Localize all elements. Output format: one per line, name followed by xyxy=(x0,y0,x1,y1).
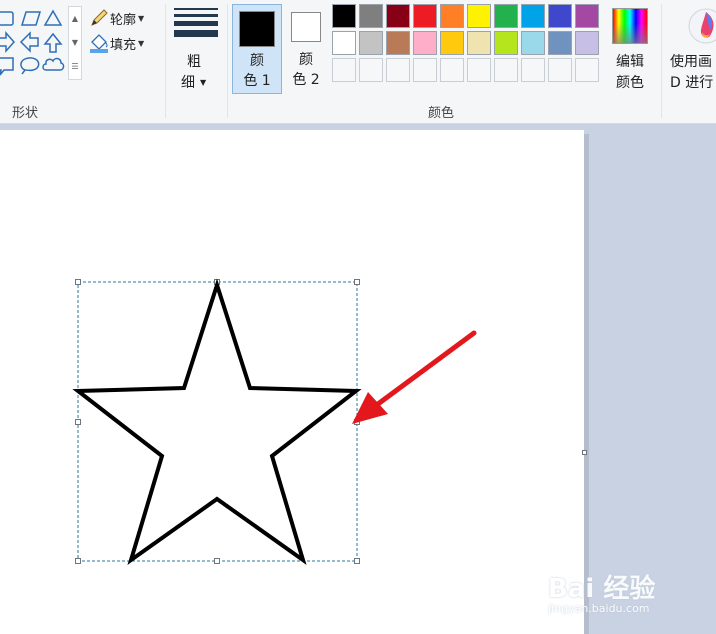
palette-swatch[interactable] xyxy=(332,4,356,28)
colors-group-label: 颜色 xyxy=(428,106,455,121)
scroll-down-icon[interactable]: ▼ xyxy=(69,31,81,55)
color-palette xyxy=(332,4,604,88)
palette-swatch[interactable] xyxy=(467,31,491,55)
shapes-gallery[interactable] xyxy=(0,8,68,78)
color1-swatch xyxy=(239,11,275,47)
edit-colors-button[interactable]: 编辑 颜色 xyxy=(608,4,654,94)
color2-button[interactable]: 颜 色 2 xyxy=(282,4,332,94)
palette-swatch[interactable] xyxy=(332,31,356,55)
baidu-watermark: Bai 经验 jingyan.baidu.com xyxy=(548,560,688,620)
callout-oval-icon[interactable] xyxy=(20,57,40,75)
canvas-resize-handle[interactable] xyxy=(582,450,587,455)
edit-colors-label-2: 颜色 xyxy=(616,75,644,91)
fill-label: 填充 xyxy=(110,37,137,53)
size-label-top: 粗 xyxy=(187,54,201,70)
group-divider xyxy=(661,4,662,118)
palette-swatch[interactable] xyxy=(440,4,464,28)
outline-button[interactable]: 轮廓 ▼ xyxy=(88,7,144,29)
chevron-down-icon: ▼ xyxy=(200,78,207,87)
palette-empty-slot[interactable] xyxy=(359,58,383,82)
line-weight-icon xyxy=(174,8,218,41)
palette-empty-slot[interactable] xyxy=(548,58,572,82)
palette-swatch[interactable] xyxy=(494,31,518,55)
group-divider xyxy=(227,4,228,118)
palette-empty-slot[interactable] xyxy=(386,58,410,82)
palette-swatch[interactable] xyxy=(386,4,410,28)
palette-swatch[interactable] xyxy=(548,4,572,28)
palette-empty-slot[interactable] xyxy=(332,58,356,82)
fill-button[interactable]: 填充 ▼ xyxy=(88,32,144,54)
palette-swatch[interactable] xyxy=(494,4,518,28)
arrow-right-icon[interactable] xyxy=(0,31,16,53)
palette-empty-slot[interactable] xyxy=(575,58,599,82)
palette-swatch[interactable] xyxy=(413,31,437,55)
palette-swatch[interactable] xyxy=(575,4,599,28)
watermark-url: jingyan.baidu.com xyxy=(548,602,650,615)
palette-swatch[interactable] xyxy=(521,4,545,28)
paint3d-button[interactable]: 使用画 D 进行 xyxy=(664,4,716,94)
parallelogram-icon[interactable] xyxy=(20,11,42,26)
scroll-up-icon[interactable]: ▲ xyxy=(69,7,81,31)
palette-swatch[interactable] xyxy=(521,31,545,55)
palette-empty-slot[interactable] xyxy=(413,58,437,82)
palette-empty-slot[interactable] xyxy=(494,58,518,82)
color1-label: 颜 色 1 xyxy=(243,53,271,89)
palette-empty-slot[interactable] xyxy=(467,58,491,82)
expand-gallery-icon[interactable]: ☰ xyxy=(69,55,81,79)
palette-swatch[interactable] xyxy=(467,4,491,28)
color-spectrum-icon xyxy=(612,8,648,44)
color1-button[interactable]: 颜 色 1 xyxy=(232,4,282,94)
chevron-down-icon: ▼ xyxy=(138,38,145,48)
color2-label: 颜 色 2 xyxy=(292,52,320,88)
callout-cloud-icon[interactable] xyxy=(42,57,65,71)
palette-empty-slot[interactable] xyxy=(521,58,545,82)
shapes-group-label: 形状 xyxy=(12,106,39,121)
canvas-shadow xyxy=(584,134,589,634)
drawing-canvas[interactable] xyxy=(0,130,584,634)
palette-swatch[interactable] xyxy=(359,31,383,55)
color2-swatch xyxy=(291,12,321,42)
group-divider xyxy=(165,4,166,118)
palette-empty-slot[interactable] xyxy=(440,58,464,82)
watermark-text: Bai 经验 xyxy=(548,574,656,604)
palette-swatch[interactable] xyxy=(386,31,410,55)
rectangle-icon[interactable] xyxy=(0,11,14,26)
triangle-icon[interactable] xyxy=(43,9,63,26)
paint3d-label-2: D 进行 xyxy=(670,75,714,91)
ribbon: ▲ ▼ ☰ 轮廓 ▼ 填充 ▼ 形状 粗 细 ▼ 颜 色 1 颜 色 2 编辑 … xyxy=(0,0,716,124)
paint3d-label-1: 使用画 xyxy=(670,54,712,70)
shapes-scrollbar[interactable]: ▲ ▼ ☰ xyxy=(68,6,82,80)
palette-swatch[interactable] xyxy=(575,31,599,55)
outline-pencil-icon xyxy=(91,9,108,26)
palette-swatch[interactable] xyxy=(548,31,572,55)
palette-swatch[interactable] xyxy=(413,4,437,28)
palette-swatch[interactable] xyxy=(440,31,464,55)
arrow-up-icon[interactable] xyxy=(43,32,63,53)
fill-bucket-icon xyxy=(90,34,108,53)
palette-swatch[interactable] xyxy=(359,4,383,28)
outline-label: 轮廓 xyxy=(110,12,137,28)
size-button[interactable]: 粗 细 ▼ xyxy=(170,4,222,96)
callout-rect-icon[interactable] xyxy=(0,57,14,76)
chevron-down-icon: ▼ xyxy=(138,13,145,23)
paint3d-icon xyxy=(688,8,716,44)
edit-colors-label-1: 编辑 xyxy=(616,54,644,70)
arrow-left-icon[interactable] xyxy=(19,31,39,53)
size-label-bottom: 细 xyxy=(181,75,195,91)
